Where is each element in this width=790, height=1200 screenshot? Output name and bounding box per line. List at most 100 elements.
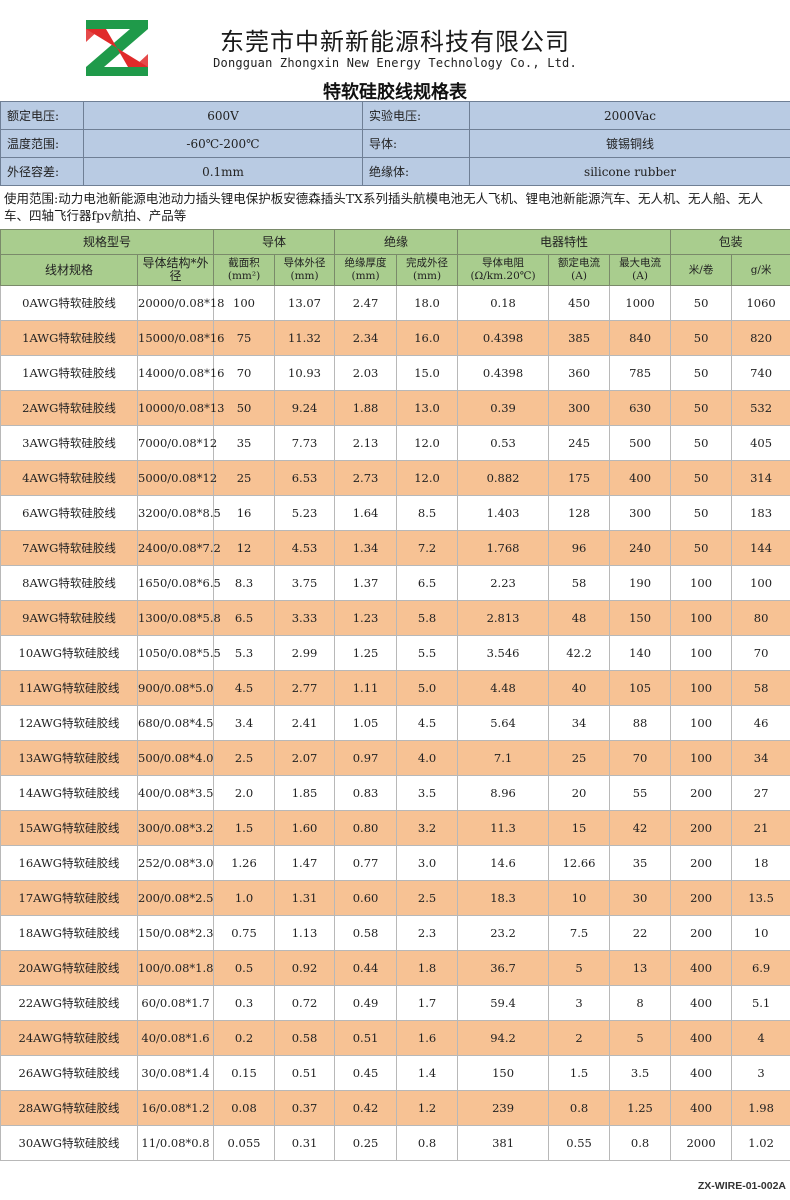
cell-spec: 13AWG特软硅胶线 bbox=[0, 740, 138, 776]
cell-max-current: 1.25 bbox=[609, 1090, 672, 1126]
cell-structure: 300/0.08*3.2 bbox=[136, 810, 215, 846]
cell-grams-per-meter: 5.1 bbox=[731, 985, 790, 1021]
cell-finished-od: 16.0 bbox=[396, 320, 459, 356]
table-row: 24AWG特软硅胶线 40/0.08*1.6 0.2 0.58 0.51 1.6 94.2 2… bbox=[0, 1020, 790, 1056]
cell-insulation-thickness: 0.58 bbox=[334, 915, 398, 951]
cell-rated-current: 245 bbox=[548, 425, 611, 461]
col-header-cond-od: 导体外径 (mm) bbox=[274, 254, 336, 286]
table-row: 11AWG特软硅胶线 900/0.08*5.0 4.5 2.77 1.11 5.0 4.48… bbox=[0, 670, 790, 706]
col-header-m-per-roll: 米/卷 bbox=[670, 254, 733, 286]
cell-resistance: 0.882 bbox=[457, 460, 550, 496]
cell-resistance: 1.403 bbox=[457, 495, 550, 531]
cell-conductor-od: 1.85 bbox=[274, 775, 336, 811]
cell-meters-per-roll: 50 bbox=[670, 530, 733, 566]
col-header-resistance-line1: 导体电阻 bbox=[482, 257, 525, 269]
cell-insulation-thickness: 1.34 bbox=[334, 530, 398, 566]
cell-spec: 1AWG特软硅胶线 bbox=[0, 355, 138, 391]
cell-insulation-thickness: 2.73 bbox=[334, 460, 398, 496]
cell-structure: 680/0.08*4.5 bbox=[136, 705, 215, 741]
cell-conductor-od: 4.53 bbox=[274, 530, 336, 566]
cell-meters-per-roll: 100 bbox=[670, 740, 733, 776]
cell-area: 2.0 bbox=[213, 775, 276, 811]
cell-max-current: 300 bbox=[609, 495, 672, 531]
cell-grams-per-meter: 100 bbox=[731, 565, 790, 601]
col-header-area-line2: (mm²) bbox=[227, 270, 261, 282]
cell-max-current: 400 bbox=[609, 460, 672, 496]
cell-max-current: 13 bbox=[609, 950, 672, 986]
cell-spec: 30AWG特软硅胶线 bbox=[0, 1125, 138, 1161]
col-header-resistance: 导体电阻 (Ω/km.20℃) bbox=[457, 254, 550, 286]
cell-finished-od: 12.0 bbox=[396, 460, 459, 496]
group-header-insulation: 绝缘 bbox=[334, 229, 459, 255]
cell-resistance: 11.3 bbox=[457, 810, 550, 846]
cell-grams-per-meter: 27 bbox=[731, 775, 790, 811]
cell-max-current: 840 bbox=[609, 320, 672, 356]
cell-finished-od: 15.0 bbox=[396, 355, 459, 391]
cell-resistance: 0.53 bbox=[457, 425, 550, 461]
cell-conductor-od: 7.73 bbox=[274, 425, 336, 461]
cell-conductor-od: 1.31 bbox=[274, 880, 336, 916]
spec-table: 规格型号 导体 绝缘 电器特性 包装 线材规格 导体结构*外径 截面积 (mm²… bbox=[0, 229, 790, 1161]
cell-spec: 20AWG特软硅胶线 bbox=[0, 950, 138, 986]
cell-rated-current: 385 bbox=[548, 320, 611, 356]
cell-conductor-od: 3.33 bbox=[274, 600, 336, 636]
test-voltage-value: 2000Vac bbox=[469, 101, 790, 130]
cell-insulation-thickness: 0.49 bbox=[334, 985, 398, 1021]
cell-structure: 500/0.08*4.0 bbox=[136, 740, 215, 776]
cell-resistance: 36.7 bbox=[457, 950, 550, 986]
cell-max-current: 22 bbox=[609, 915, 672, 951]
cell-finished-od: 1.4 bbox=[396, 1055, 459, 1091]
cell-resistance: 14.6 bbox=[457, 845, 550, 881]
cell-insulation-thickness: 2.03 bbox=[334, 355, 398, 391]
cell-conductor-od: 9.24 bbox=[274, 390, 336, 426]
cell-spec: 2AWG特软硅胶线 bbox=[0, 390, 138, 426]
cell-meters-per-roll: 400 bbox=[670, 1055, 733, 1091]
cell-finished-od: 8.5 bbox=[396, 495, 459, 531]
cell-grams-per-meter: 46 bbox=[731, 705, 790, 741]
group-header-conductor: 导体 bbox=[213, 229, 336, 255]
table-row: 16AWG特软硅胶线 252/0.08*3.0 1.26 1.47 0.77 3.0 14.… bbox=[0, 845, 790, 881]
cell-conductor-od: 2.07 bbox=[274, 740, 336, 776]
cell-insulation-thickness: 1.11 bbox=[334, 670, 398, 706]
cell-conductor-od: 5.23 bbox=[274, 495, 336, 531]
cell-meters-per-roll: 100 bbox=[670, 565, 733, 601]
company-name-cn: 东莞市中新新能源科技有限公司 bbox=[220, 28, 570, 56]
cell-conductor-od: 0.58 bbox=[274, 1020, 336, 1056]
cell-meters-per-roll: 100 bbox=[670, 600, 733, 636]
cell-grams-per-meter: 18 bbox=[731, 845, 790, 881]
cell-resistance: 1.768 bbox=[457, 530, 550, 566]
cell-rated-current: 7.5 bbox=[548, 915, 611, 951]
cell-meters-per-roll: 400 bbox=[670, 1090, 733, 1126]
cell-max-current: 88 bbox=[609, 705, 672, 741]
cell-conductor-od: 0.31 bbox=[274, 1125, 336, 1161]
cell-resistance: 5.64 bbox=[457, 705, 550, 741]
cell-resistance: 8.96 bbox=[457, 775, 550, 811]
cell-conductor-od: 0.51 bbox=[274, 1055, 336, 1091]
table-row: 1AWG特软硅胶线 14000/0.08*16 70 10.93 2.03 15.0 0.4… bbox=[0, 355, 790, 391]
col-header-finish-od-line2: (mm) bbox=[412, 270, 442, 282]
cell-finished-od: 0.8 bbox=[396, 1125, 459, 1161]
cell-insulation-thickness: 1.23 bbox=[334, 600, 398, 636]
cell-grams-per-meter: 740 bbox=[731, 355, 790, 391]
od-tolerance-label: 外径容差: bbox=[0, 157, 84, 186]
cell-area: 8.3 bbox=[213, 565, 276, 601]
cell-insulation-thickness: 0.44 bbox=[334, 950, 398, 986]
cell-finished-od: 5.0 bbox=[396, 670, 459, 706]
cell-area: 1.5 bbox=[213, 810, 276, 846]
cell-meters-per-roll: 400 bbox=[670, 950, 733, 986]
rated-voltage-label: 额定电压: bbox=[0, 101, 84, 130]
col-header-max-current: 最大电流 (A) bbox=[609, 254, 672, 286]
cell-conductor-od: 0.92 bbox=[274, 950, 336, 986]
col-header-ins-thick-line1: 绝缘厚度 bbox=[344, 257, 387, 269]
cell-resistance: 0.18 bbox=[457, 285, 550, 321]
table-row: 3AWG特软硅胶线 7000/0.08*12 35 7.73 2.13 12.0 0.53 2… bbox=[0, 425, 790, 461]
cell-spec: 15AWG特软硅胶线 bbox=[0, 810, 138, 846]
col-header-area-line1: 截面积 bbox=[228, 257, 260, 269]
cell-finished-od: 5.5 bbox=[396, 635, 459, 671]
cell-grams-per-meter: 3 bbox=[731, 1055, 790, 1091]
cell-structure: 16/0.08*1.2 bbox=[136, 1090, 215, 1126]
table-row: 26AWG特软硅胶线 30/0.08*1.4 0.15 0.51 0.45 1.4 150 1… bbox=[0, 1055, 790, 1091]
cell-structure: 20000/0.08*18 bbox=[136, 285, 224, 321]
col-header-structure: 导体结构*外径 bbox=[136, 254, 215, 286]
cell-structure: 11/0.08*0.8 bbox=[136, 1125, 215, 1161]
